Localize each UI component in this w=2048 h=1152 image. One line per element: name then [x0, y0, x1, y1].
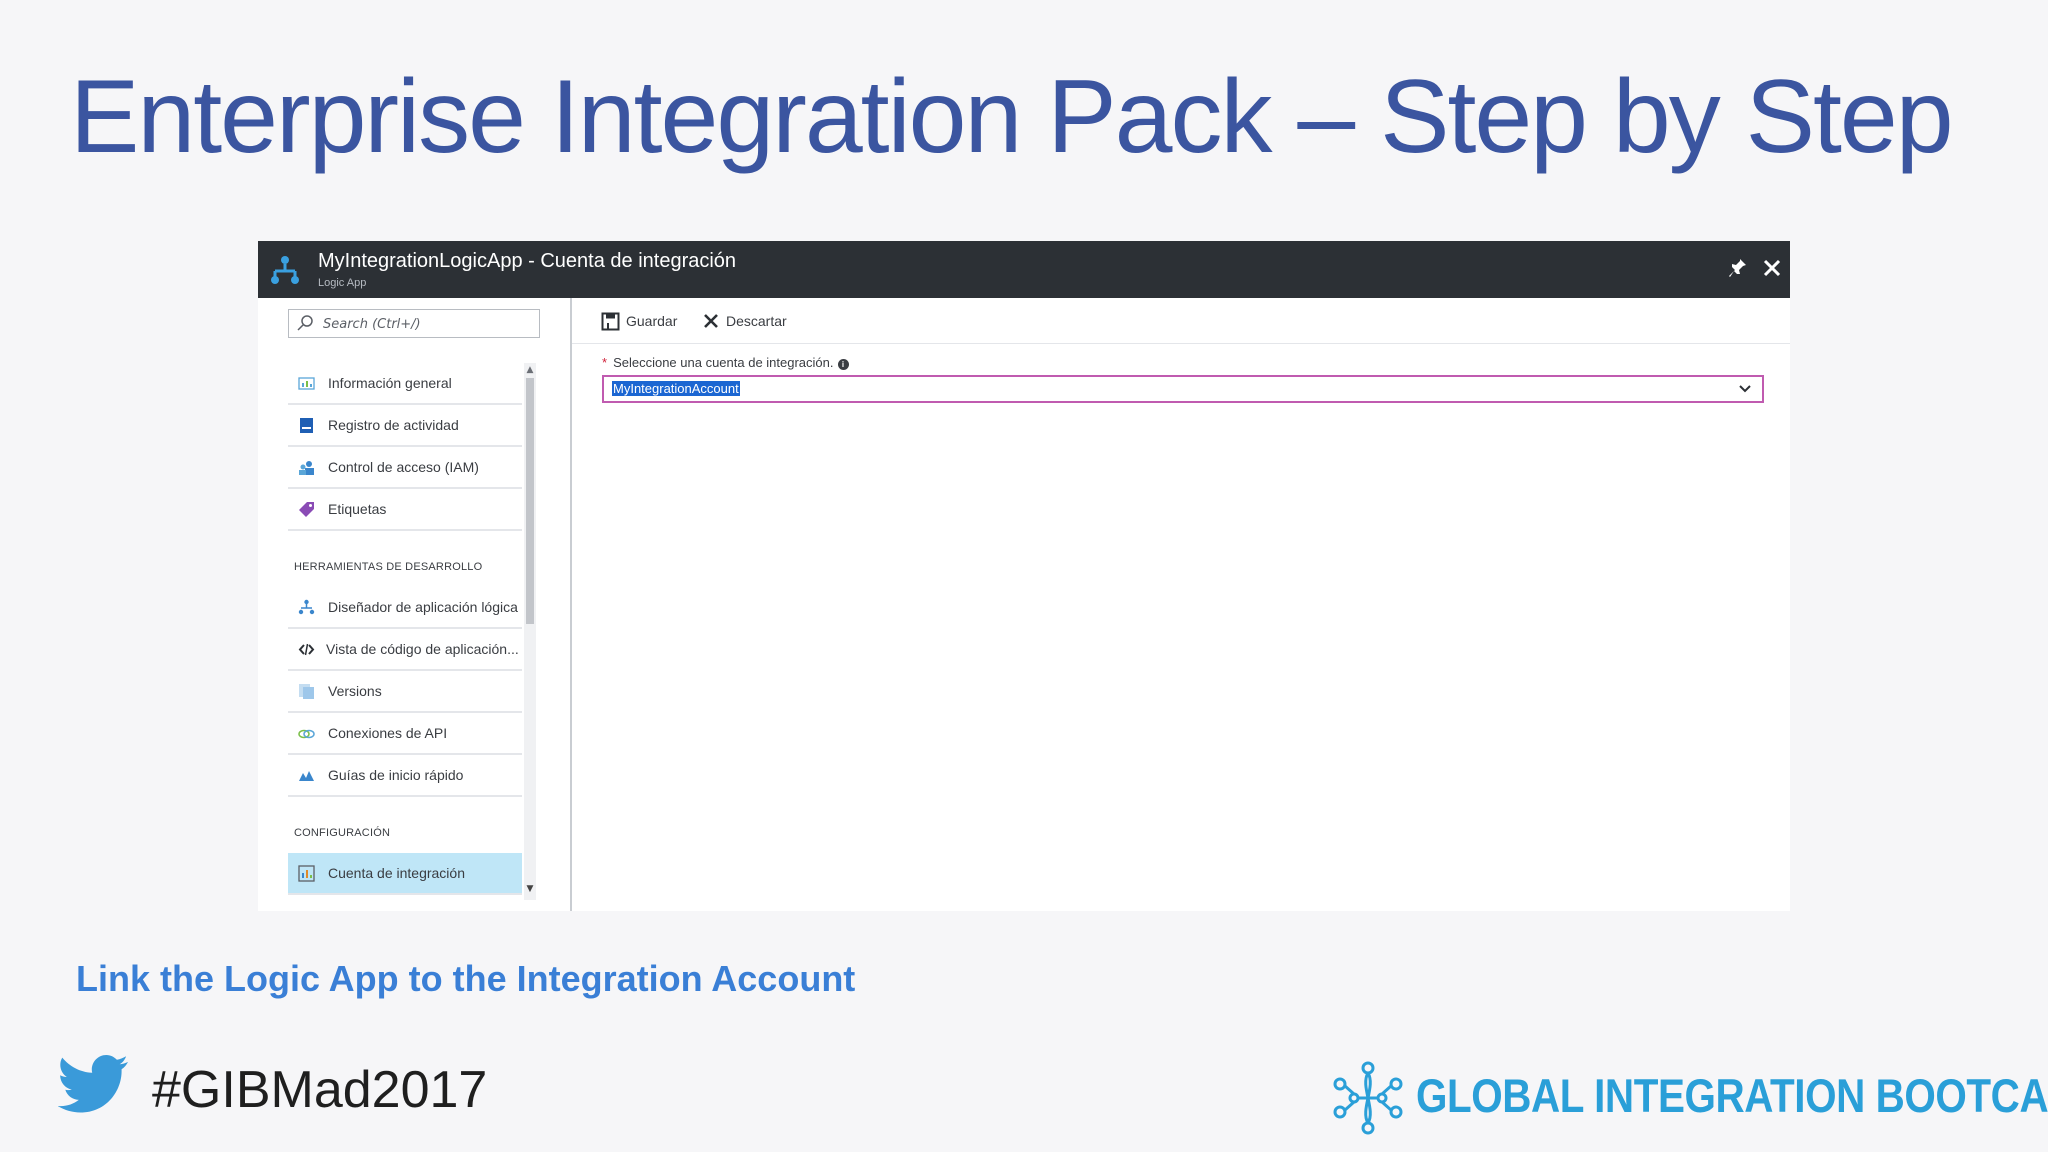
- toolbar-divider: [572, 343, 1790, 344]
- blade-title: MyIntegrationLogicApp - Cuenta de integr…: [318, 250, 737, 272]
- pin-icon[interactable]: [1728, 257, 1748, 279]
- search-box[interactable]: [288, 309, 540, 338]
- versions-icon: [299, 684, 314, 699]
- section-header-dev-tools: HERRAMIENTAS DE DESARROLLO: [288, 531, 522, 587]
- sidebar-item-label: Etiquetas: [328, 501, 387, 517]
- activity-log-icon: [300, 418, 313, 433]
- select-value: MyIntegrationAccount: [612, 381, 740, 396]
- search-input[interactable]: [323, 315, 533, 333]
- sidebar-scroll-thumb[interactable]: [526, 378, 534, 624]
- integration-account-field-label: * Seleccione una cuenta de integración. i: [602, 355, 849, 370]
- integration-account-icon: [298, 865, 315, 882]
- sidebar-item-label: Registro de actividad: [328, 417, 459, 433]
- section-header-label: HERRAMIENTAS DE DESARROLLO: [294, 561, 483, 573]
- discard-button[interactable]: Descartar: [702, 310, 787, 332]
- slide-caption: Link the Logic App to the Integration Ac…: [76, 958, 856, 999]
- save-button[interactable]: Guardar: [601, 310, 677, 332]
- sidebar-item-tags[interactable]: Etiquetas: [288, 489, 522, 531]
- api-connections-icon: [298, 729, 315, 739]
- users-icon: [299, 461, 314, 475]
- sidebar-item-label: Conexiones de API: [328, 725, 448, 741]
- sidebar-item-logic-app-designer[interactable]: Diseñador de aplicación lógica: [288, 587, 522, 629]
- quickstart-icon: [299, 771, 314, 781]
- logic-app-icon: [271, 256, 299, 284]
- nav-list: Información general Registro de activida…: [288, 363, 522, 895]
- sidebar-item-label: Versions: [328, 683, 382, 699]
- sidebar-item-access-control[interactable]: Control de acceso (IAM): [288, 447, 522, 489]
- sidebar-item-activity-log[interactable]: Registro de actividad: [288, 405, 522, 447]
- bootcamp-brand-name: GLOBAL INTEGRATION BOOTCAMP: [1416, 1069, 2048, 1122]
- blade-subtitle: Logic App: [318, 277, 367, 289]
- save-label: Guardar: [626, 313, 678, 329]
- required-marker: *: [602, 355, 608, 370]
- sidebar-item-label: Guías de inicio rápido: [328, 767, 464, 783]
- sidebar-item-label: Vista de código de aplicación...: [326, 641, 519, 657]
- discard-label: Descartar: [726, 313, 787, 329]
- search-icon: [297, 315, 313, 331]
- sidebar-item-label: Información general: [328, 375, 452, 391]
- slide-title: Enterprise Integration Pack – Step by St…: [70, 59, 1954, 175]
- sidebar-item-versions[interactable]: Versions: [288, 671, 522, 713]
- integration-account-select[interactable]: MyIntegrationAccount: [602, 375, 1764, 403]
- close-icon[interactable]: [1760, 253, 1784, 281]
- sidebar-item-label: Diseñador de aplicación lógica: [328, 599, 518, 615]
- sidebar-item-integration-account[interactable]: Cuenta de integración: [288, 853, 522, 895]
- sidebar-item-quickstart[interactable]: Guías de inicio rápido: [288, 755, 522, 797]
- sidebar-item-label: Cuenta de integración: [328, 865, 465, 881]
- field-label-text: Seleccione una cuenta de integración.: [613, 355, 834, 370]
- twitter-icon: [58, 1055, 128, 1113]
- event-hashtag: #GIBMad2017: [152, 1061, 488, 1119]
- overview-icon: [298, 377, 315, 390]
- blade-header: MyIntegrationLogicApp - Cuenta de integr…: [258, 241, 1790, 298]
- save-icon: [601, 312, 620, 330]
- info-icon[interactable]: i: [837, 359, 849, 370]
- logic-app-designer-icon: [298, 599, 315, 615]
- tag-icon: [299, 502, 314, 517]
- scroll-up-arrow[interactable]: ▲: [526, 365, 534, 375]
- sidebar-item-code-view[interactable]: Vista de código de aplicación...: [288, 629, 522, 671]
- discard-icon: [704, 314, 718, 328]
- azure-portal-blade: MyIntegrationLogicApp - Cuenta de integr…: [258, 241, 1790, 911]
- bootcamp-logo-icon: [1333, 1061, 1403, 1135]
- section-header-configuration: CONFIGURACIÓN: [288, 797, 522, 853]
- scroll-down-arrow[interactable]: ▼: [526, 884, 534, 894]
- section-header-label: CONFIGURACIÓN: [294, 827, 391, 839]
- chevron-down-icon: [1739, 385, 1751, 393]
- sidebar-item-overview[interactable]: Información general: [288, 363, 522, 405]
- sidebar-divider: [570, 298, 572, 911]
- code-icon: [298, 643, 315, 656]
- sidebar-item-label: Control de acceso (IAM): [328, 459, 479, 475]
- sidebar-item-api-connections[interactable]: Conexiones de API: [288, 713, 522, 755]
